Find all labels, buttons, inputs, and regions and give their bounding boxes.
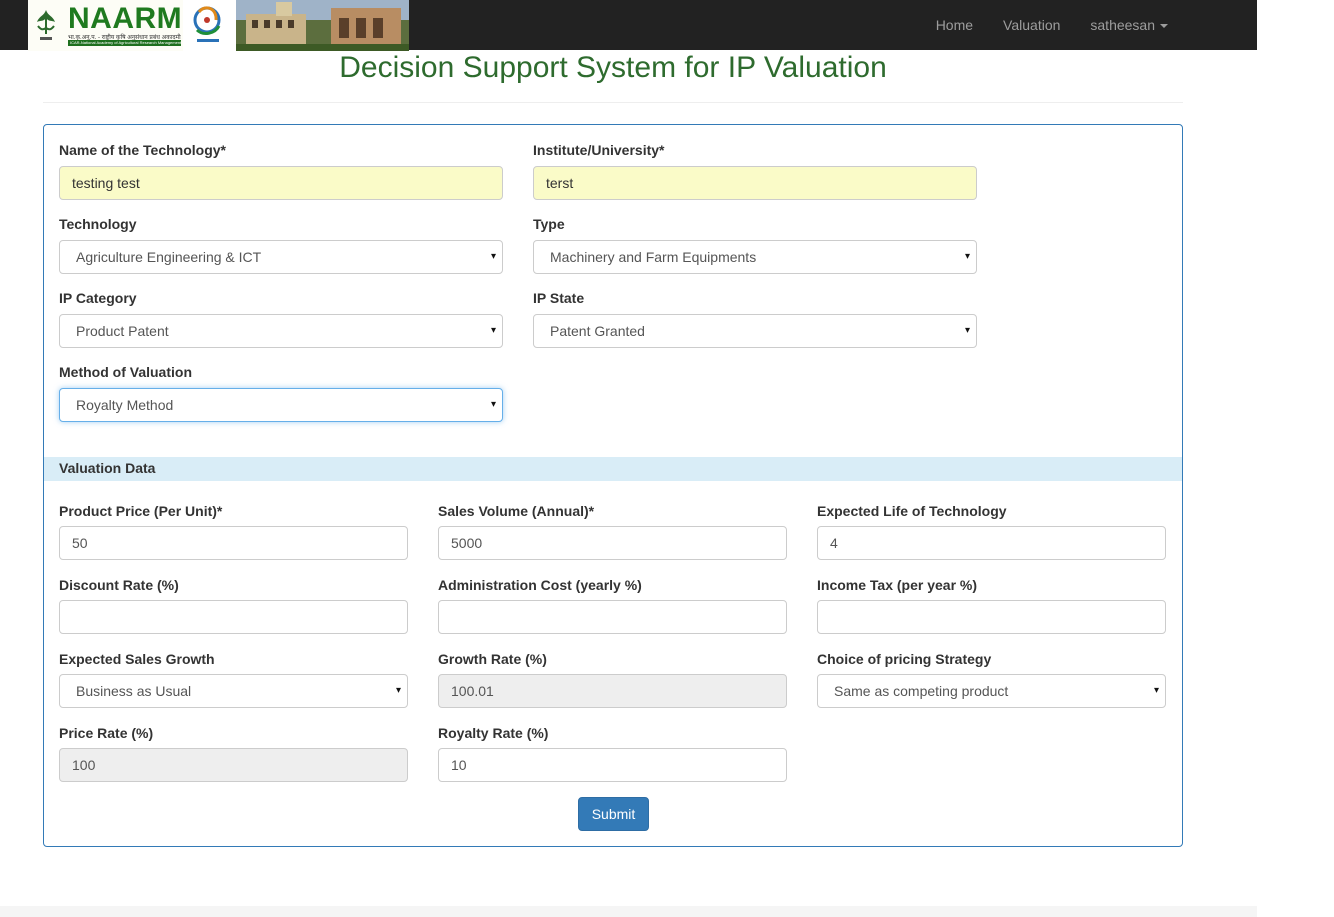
ip-category-select[interactable]: Product Patent ▾ [59, 314, 503, 348]
pricing-strategy-label: Choice of pricing Strategy [817, 651, 992, 667]
ip-state-select[interactable]: Patent Granted ▾ [533, 314, 977, 348]
brand-name: NAARM [68, 2, 183, 35]
sales-growth-label: Expected Sales Growth [59, 651, 215, 667]
select-arrow-icon: ▾ [395, 685, 401, 696]
ip-category-label: IP Category [59, 290, 137, 306]
admin-cost-label: Administration Cost (yearly %) [438, 577, 642, 593]
institute-label: Institute/University* [533, 142, 665, 158]
valuation-form-panel: Name of the Technology* testing test Ins… [43, 124, 1183, 847]
royalty-rate-label: Royalty Rate (%) [438, 725, 549, 741]
price-rate-input: 100 [59, 748, 408, 782]
income-tax-input[interactable] [817, 600, 1166, 634]
product-price-label: Product Price (Per Unit)* [59, 503, 223, 519]
royalty-rate-input[interactable]: 10 [438, 748, 787, 782]
sales-growth-select[interactable]: Business as Usual ▾ [59, 674, 408, 708]
name-of-technology-input[interactable]: testing test [59, 166, 503, 200]
sales-volume-input[interactable]: 5000 [438, 526, 787, 560]
product-price-input[interactable]: 50 [59, 526, 408, 560]
discount-rate-label: Discount Rate (%) [59, 577, 179, 593]
nav-home-link[interactable]: Home [921, 0, 988, 50]
discount-rate-input[interactable] [59, 600, 408, 634]
caret-down-icon [1160, 24, 1168, 29]
nav-valuation-link[interactable]: Valuation [988, 0, 1075, 50]
section-title: Valuation Data [59, 460, 156, 476]
navbar-links: Home Valuation satheesan [921, 0, 1183, 50]
ip-state-label: IP State [533, 290, 585, 306]
name-of-technology-label: Name of the Technology* [59, 142, 226, 158]
icar-emblem-icon [37, 10, 55, 40]
naarm-swirl-icon [193, 6, 221, 42]
brand-subtitle-bar: ICAR-National Academy of Agricultural Re… [68, 40, 181, 46]
sales-volume-label: Sales Volume (Annual)* [438, 503, 595, 519]
select-arrow-icon: ▾ [964, 251, 970, 262]
ip-state-selected-value: Patent Granted [550, 323, 645, 339]
pricing-strategy-select[interactable]: Same as competing product ▾ [817, 674, 1166, 708]
technology-select[interactable]: Agriculture Engineering & ICT ▾ [59, 240, 503, 274]
income-tax-label: Income Tax (per year %) [817, 577, 978, 593]
method-of-valuation-selected-value: Royalty Method [76, 397, 174, 413]
select-arrow-icon: ▾ [1153, 685, 1159, 696]
price-rate-label: Price Rate (%) [59, 725, 154, 741]
method-of-valuation-select[interactable]: Royalty Method ▾ [59, 388, 503, 422]
expected-life-label: Expected Life of Technology [817, 503, 1007, 519]
type-select[interactable]: Machinery and Farm Equipments ▾ [533, 240, 977, 274]
pricing-strategy-selected-value: Same as competing product [834, 683, 1009, 699]
brand-logo[interactable]: NAARM भा.कृ.अनु.प. - राष्ट्रीय कृषि अनुस… [28, 0, 409, 51]
select-arrow-icon: ▾ [490, 399, 496, 410]
naarm-circle-logo [183, 0, 236, 51]
technology-label: Technology [59, 216, 137, 232]
user-name: satheesan [1090, 17, 1155, 33]
type-selected-value: Machinery and Farm Equipments [550, 249, 757, 265]
title-divider [43, 102, 1183, 103]
page-title: Decision Support System for IP Valuation [339, 51, 887, 84]
institute-input[interactable]: terst [533, 166, 977, 200]
naarm-logo-block: NAARM भा.कृ.अनु.प. - राष्ट्रीय कृषि अनुस… [28, 0, 183, 51]
select-arrow-icon: ▾ [964, 325, 970, 336]
page-footer [0, 906, 1257, 917]
growth-rate-label: Growth Rate (%) [438, 651, 547, 667]
sales-growth-selected-value: Business as Usual [76, 683, 192, 699]
admin-cost-input[interactable] [438, 600, 787, 634]
submit-button[interactable]: Submit [578, 797, 649, 831]
campus-building-image [236, 0, 409, 51]
select-arrow-icon: ▾ [490, 251, 496, 262]
top-navbar: NAARM भा.कृ.अनु.प. - राष्ट्रीय कृषि अनुस… [0, 0, 1257, 51]
brand-subtitle: ICAR-National Academy of Agricultural Re… [70, 40, 182, 45]
type-label: Type [533, 216, 565, 232]
select-arrow-icon: ▾ [490, 325, 496, 336]
expected-life-input[interactable]: 4 [817, 526, 1166, 560]
technology-selected-value: Agriculture Engineering & ICT [76, 249, 262, 265]
method-of-valuation-label: Method of Valuation [59, 364, 192, 380]
user-menu-dropdown[interactable]: satheesan [1075, 0, 1183, 50]
growth-rate-input: 100.01 [438, 674, 787, 708]
valuation-data-section-header: Valuation Data [44, 457, 1182, 481]
ip-category-selected-value: Product Patent [76, 323, 169, 339]
